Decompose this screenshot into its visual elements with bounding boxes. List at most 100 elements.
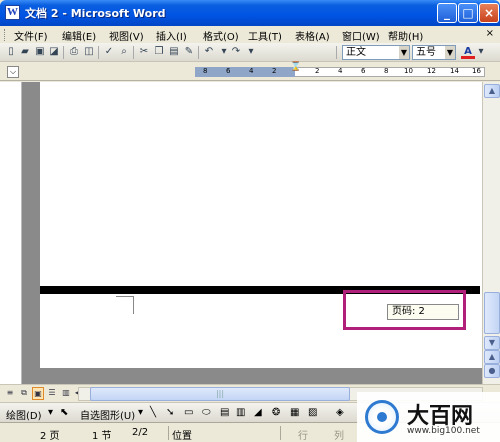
style-combo[interactable]: 正文 ▼ xyxy=(342,45,410,60)
oval-icon[interactable]: ⬭ xyxy=(202,407,211,418)
status-section: 1 节 xyxy=(92,431,112,442)
ruler-tick: 10 xyxy=(404,67,413,75)
outline-view-icon[interactable]: ☰ xyxy=(46,387,58,400)
scroll-up-icon[interactable]: ▲ xyxy=(484,84,500,98)
paste-icon[interactable]: ▤ xyxy=(167,45,181,59)
ruler-margin xyxy=(195,67,295,77)
menu-insert[interactable]: 插入(I) xyxy=(156,28,187,43)
ruler-tick: 8 xyxy=(384,67,389,75)
chevron-down-icon[interactable]: ▼ xyxy=(445,46,455,59)
close-button[interactable]: × xyxy=(479,3,499,23)
ruler-tick: 14 xyxy=(450,67,459,75)
web-layout-view-icon[interactable]: ⧉ xyxy=(18,387,30,400)
menu-view[interactable]: 视图(V) xyxy=(109,28,144,43)
ruler-tick: 12 xyxy=(427,67,436,75)
select-objects-icon[interactable]: ⬉ xyxy=(60,407,68,418)
watermark-logo-icon xyxy=(365,400,399,434)
reading-layout-view-icon[interactable]: ▥ xyxy=(60,387,72,400)
print-icon[interactable]: ⎙ xyxy=(67,45,81,59)
menu-window[interactable]: 窗口(W) xyxy=(342,28,380,43)
ruler-tick: 6 xyxy=(226,67,231,75)
previous-page-icon[interactable]: ▲ xyxy=(484,350,500,364)
arrow-icon[interactable]: ➘ xyxy=(166,407,174,418)
fill-color-icon[interactable]: ◈ xyxy=(336,407,344,418)
font-size-combo[interactable]: 五号 ▼ xyxy=(412,45,456,60)
status-page: 2 页 xyxy=(40,431,60,442)
minimize-button[interactable]: _ xyxy=(437,3,457,23)
permission-icon[interactable]: ◪ xyxy=(47,45,61,59)
horizontal-scroll-thumb[interactable]: ||| xyxy=(90,387,350,401)
picture-icon[interactable]: ▨ xyxy=(308,407,317,418)
cut-icon[interactable]: ✂ xyxy=(137,45,151,59)
left-margin-strip xyxy=(0,82,22,384)
scroll-thumb[interactable] xyxy=(484,292,500,334)
diagram-icon[interactable]: ❂ xyxy=(272,407,280,418)
font-color-icon[interactable]: A xyxy=(461,45,475,59)
toolbar-separator xyxy=(63,46,64,59)
crop-mark xyxy=(116,296,134,314)
menu-grip[interactable] xyxy=(4,29,6,41)
tab-selector-icon[interactable]: ⌵ xyxy=(7,66,19,78)
print-preview-icon[interactable]: ◫ xyxy=(82,45,96,59)
normal-view-icon[interactable]: ≡ xyxy=(4,387,16,400)
chevron-down-icon[interactable]: ▼ xyxy=(399,46,409,59)
menu-edit[interactable]: 编辑(E) xyxy=(62,28,96,43)
ruler-tick: 6 xyxy=(361,67,366,75)
ruler-tick: 2 xyxy=(315,67,320,75)
document-area[interactable] xyxy=(22,82,482,384)
redo-icon[interactable]: ↷ xyxy=(229,45,243,59)
open-folder-icon[interactable]: ▰ xyxy=(18,45,32,59)
ruler-tick: 2 xyxy=(272,67,277,75)
undo-icon[interactable]: ↶ xyxy=(202,45,216,59)
wordart-icon[interactable]: ◢ xyxy=(254,407,262,418)
redo-dropdown-icon[interactable]: ▾ xyxy=(244,45,258,59)
vertical-text-box-icon[interactable]: ▥ xyxy=(236,407,245,418)
text-box-icon[interactable]: ▤ xyxy=(220,407,229,418)
style-value: 正文 xyxy=(346,47,366,58)
word-app-icon[interactable]: W xyxy=(5,5,20,20)
research-icon[interactable]: ⌕ xyxy=(117,45,131,59)
status-line: 行 xyxy=(298,431,308,442)
status-position: 位置 xyxy=(172,431,192,442)
menu-file[interactable]: 文件(F) xyxy=(14,28,48,43)
font-color-dropdown-icon[interactable]: ▾ xyxy=(474,45,488,59)
ruler-tick: 4 xyxy=(338,67,343,75)
menu-bar: 文件(F) 编辑(E) 视图(V) 插入(I) 格式(O) 工具(T) 表格(A… xyxy=(0,26,500,43)
standard-toolbar: ▯ ▰ ▣ ◪ ⎙ ◫ ✓ ⌕ ✂ ❐ ▤ ✎ ↶ ▾ ↷ ▾ 正文 ▼ 五号 … xyxy=(0,43,500,62)
scroll-down-icon[interactable]: ▼ xyxy=(484,336,500,350)
title-bar: W 文档 2 - Microsoft Word _ □ × xyxy=(0,0,500,26)
maximize-button[interactable]: □ xyxy=(458,3,478,23)
clip-art-icon[interactable]: ▦ xyxy=(290,407,299,418)
indent-marker-icon[interactable]: ⌛ xyxy=(290,63,301,81)
toolbar-separator xyxy=(98,46,99,59)
chevron-down-icon[interactable]: ▾ xyxy=(48,407,53,418)
format-painter-icon[interactable]: ✎ xyxy=(182,45,196,59)
line-icon[interactable]: ╲ xyxy=(150,407,156,418)
ruler-tick: 16 xyxy=(472,67,481,75)
ruler-tick: 4 xyxy=(249,67,254,75)
toolbar-separator xyxy=(336,46,337,59)
page-number-field[interactable]: 页码: 2 xyxy=(387,304,459,320)
close-document-button[interactable]: × xyxy=(486,28,494,39)
rectangle-icon[interactable]: ▭ xyxy=(184,407,193,418)
status-separator xyxy=(280,426,281,440)
new-document-icon[interactable]: ▯ xyxy=(4,45,18,59)
menu-tools[interactable]: 工具(T) xyxy=(248,28,282,43)
save-icon[interactable]: ▣ xyxy=(33,45,47,59)
menu-help[interactable]: 帮助(H) xyxy=(388,28,423,43)
window-title: 文档 2 - Microsoft Word xyxy=(25,7,166,20)
vertical-scrollbar[interactable]: ▲ ▼ ▲ ● xyxy=(482,82,500,384)
copy-icon[interactable]: ❐ xyxy=(152,45,166,59)
chevron-down-icon[interactable]: ▾ xyxy=(138,407,143,418)
status-page-of: 2/2 xyxy=(132,427,149,438)
status-separator xyxy=(168,426,169,440)
select-browse-object-icon[interactable]: ● xyxy=(484,364,500,378)
menu-table[interactable]: 表格(A) xyxy=(295,28,330,43)
print-layout-view-icon[interactable]: ▣ xyxy=(32,387,44,400)
ruler: ⌵ 8 6 4 2 2 4 6 8 10 12 14 16 ⌛ xyxy=(0,63,500,81)
spelling-icon[interactable]: ✓ xyxy=(102,45,116,59)
menu-format[interactable]: 格式(O) xyxy=(203,28,239,43)
status-column: 列 xyxy=(334,431,344,442)
draw-menu-button[interactable]: 绘图(D) xyxy=(6,407,42,422)
autoshapes-menu-button[interactable]: 自选图形(U) xyxy=(80,407,135,422)
